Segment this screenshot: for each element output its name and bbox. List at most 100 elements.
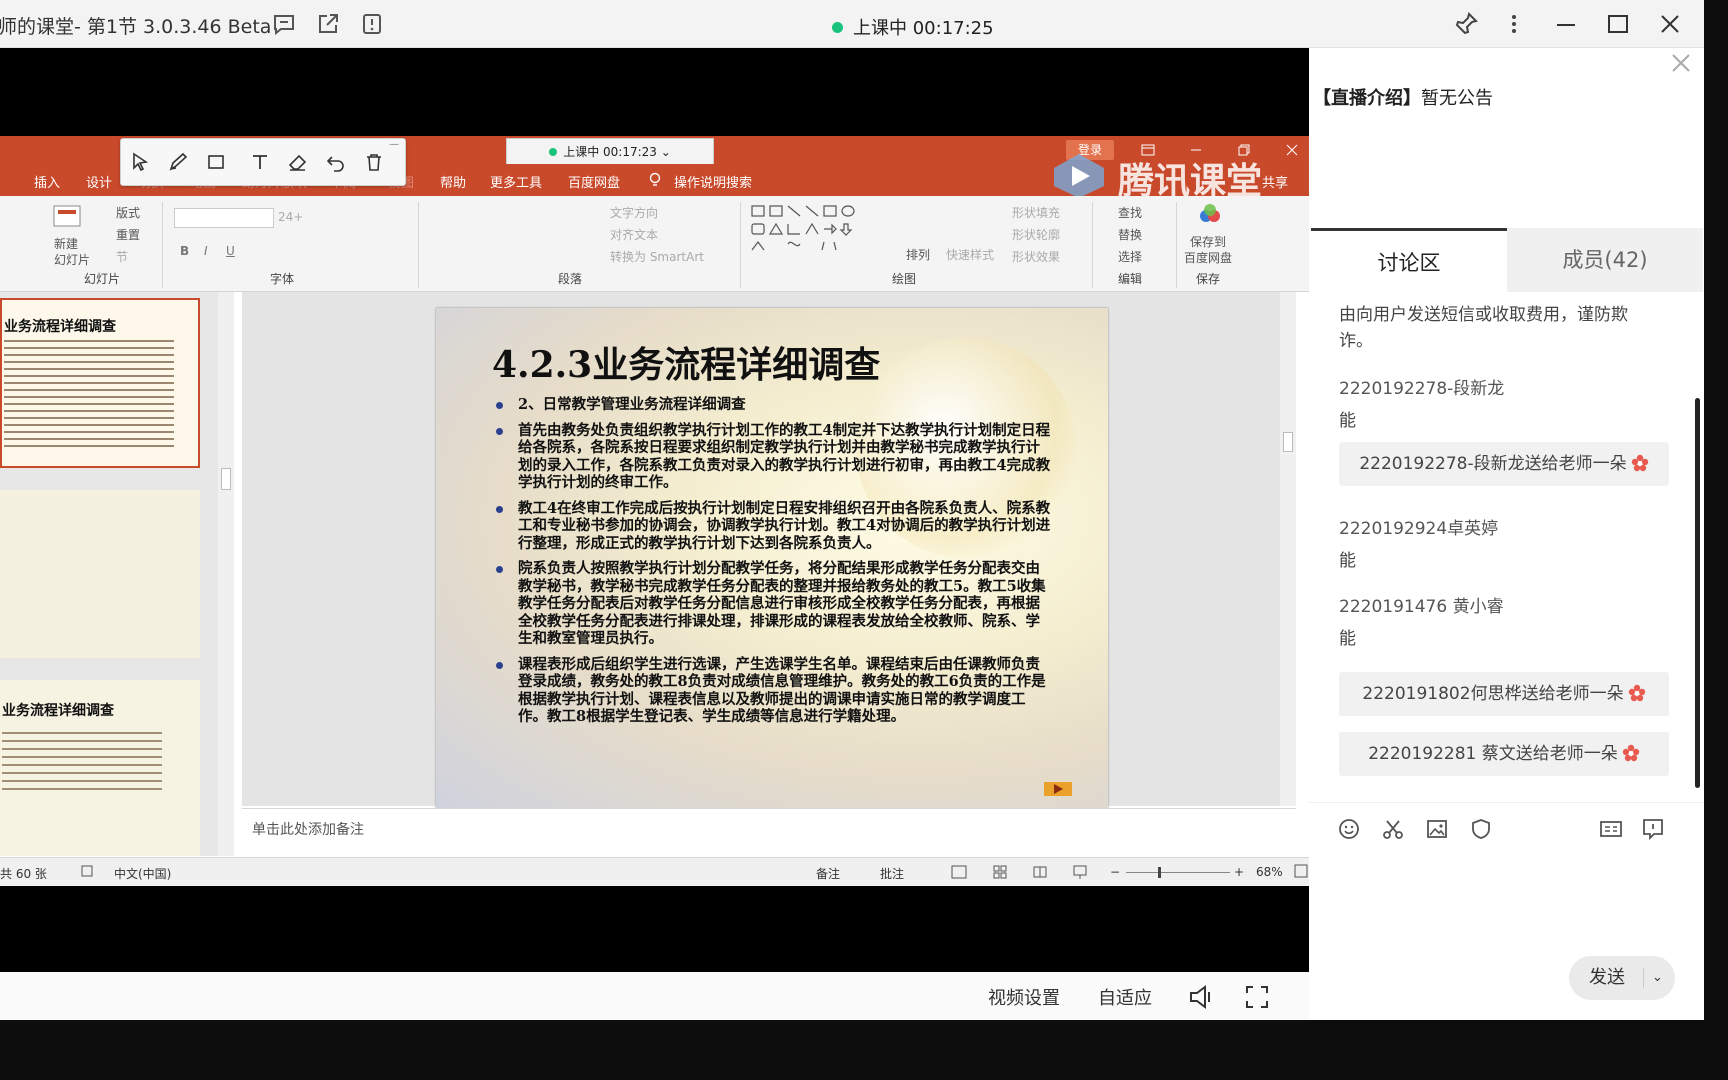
text-direction-button[interactable]: 文字方向: [610, 204, 658, 221]
chat-message: 诈。: [1339, 331, 1373, 351]
align-text-button[interactable]: 对齐文本: [610, 226, 658, 243]
tab-help[interactable]: 帮助: [440, 172, 466, 191]
language[interactable]: 中文(中国): [114, 865, 171, 882]
editor-scrollbar[interactable]: [1280, 292, 1296, 806]
gift-text: 2220192281 蔡文送给老师一朵: [1368, 744, 1618, 764]
report-icon[interactable]: [360, 12, 384, 36]
font-size-box[interactable]: 24+: [278, 210, 303, 224]
sep: [740, 202, 741, 288]
underline-button[interactable]: U: [226, 244, 235, 258]
minimize-icon[interactable]: [1552, 10, 1580, 38]
share-button[interactable]: 共享: [1262, 172, 1288, 191]
pointer-icon[interactable]: [129, 151, 151, 173]
panel-tabs: 讨论区 成员(42): [1309, 228, 1704, 292]
italic-button[interactable]: I: [204, 244, 208, 258]
shield-icon[interactable]: [1469, 817, 1493, 841]
slide-thumbnails: 业务流程详细调查 业务流程详细调查: [0, 292, 234, 856]
volume-icon[interactable]: [1188, 984, 1216, 1010]
chat-list: 由向用户发送短信或收取费用，谨防欺 诈。 2220192278-段新龙 能 22…: [1309, 292, 1704, 802]
question-card-icon[interactable]: [1599, 817, 1623, 841]
notes-toggle[interactable]: 备注: [816, 865, 840, 882]
pin-icon[interactable]: [1452, 10, 1480, 38]
save-to-baidu-button[interactable]: 保存到 百度网盘: [1184, 234, 1232, 266]
more-icon[interactable]: [1500, 10, 1528, 38]
gift-notice: 2220192281 蔡文送给老师一朵: [1339, 732, 1669, 776]
tab-baidu-netdisk[interactable]: 百度网盘: [568, 172, 620, 191]
layout-button[interactable]: 版式: [116, 204, 140, 221]
quick-styles-button[interactable]: 快速样式: [946, 246, 994, 263]
thumbnail-slide[interactable]: 业务流程详细调查: [0, 298, 200, 468]
eraser-icon[interactable]: [287, 151, 309, 173]
chat-bubble-icon[interactable]: [272, 12, 296, 36]
scroll-thumb[interactable]: [1283, 432, 1293, 452]
shared-screen: 上课中 00:17:23 ⌄ 登录 插入 设计 切换 动画 幻灯片放映 审阅 视…: [0, 136, 1309, 886]
accessibility-icon[interactable]: [80, 864, 94, 878]
zoom-handle[interactable]: [1158, 867, 1161, 878]
shape-fill-button[interactable]: 形状填充: [1012, 204, 1060, 221]
shapes-gallery[interactable]: [748, 202, 892, 258]
zoom-level[interactable]: 68%: [1256, 865, 1283, 879]
view-buttons[interactable]: [950, 864, 1126, 880]
section-button[interactable]: 节: [116, 248, 128, 265]
tab-discussion[interactable]: 讨论区: [1311, 228, 1507, 292]
tab-more-tools[interactable]: 更多工具: [490, 172, 542, 191]
zoom-slider[interactable]: [1126, 867, 1230, 878]
fit-slide-icon[interactable]: [1294, 864, 1308, 878]
tell-me-search[interactable]: 操作说明搜索: [674, 172, 752, 191]
clear-icon[interactable]: [363, 151, 385, 173]
zoom-out[interactable]: −: [1110, 865, 1120, 879]
new-slide-button[interactable]: 新建 幻灯片: [54, 236, 90, 268]
close-window-icon[interactable]: [1656, 10, 1684, 38]
ppt-close-icon[interactable]: [1284, 142, 1300, 158]
chat-message: 能: [1339, 629, 1356, 649]
image-icon[interactable]: [1425, 817, 1449, 841]
font-name-box[interactable]: [174, 208, 274, 228]
new-slide-icon[interactable]: [52, 204, 82, 230]
tab-design[interactable]: 设计: [86, 172, 112, 191]
scroll-thumb[interactable]: [221, 468, 231, 490]
select-button[interactable]: 选择: [1118, 248, 1142, 265]
shape-effect-button[interactable]: 形状效果: [1012, 248, 1060, 265]
scissors-icon[interactable]: [1381, 817, 1405, 841]
share-out-icon[interactable]: [316, 12, 340, 36]
replace-button[interactable]: 替换: [1118, 226, 1142, 243]
sep: [418, 202, 419, 288]
send-options-chevron-icon[interactable]: ⌄: [1643, 968, 1671, 988]
emoji-icon[interactable]: [1337, 817, 1361, 841]
mini-live-status[interactable]: 上课中 00:17:23 ⌄: [506, 138, 714, 166]
play-action-button[interactable]: [1044, 782, 1072, 796]
pen-icon[interactable]: [167, 151, 189, 173]
video-settings-button[interactable]: 视频设置: [988, 984, 1060, 1010]
fit-button[interactable]: 自适应: [1098, 984, 1152, 1010]
zoom-in[interactable]: +: [1234, 865, 1244, 879]
toolbar-collapse[interactable]: —: [389, 139, 399, 150]
slide-bullets: 2、日常教学管理业务流程详细调查 首先由教务处负责组织教学执行计划工作的教工4制…: [494, 396, 1054, 734]
close-panel-icon[interactable]: [1668, 50, 1694, 76]
chat-scrollbar[interactable]: [1695, 398, 1700, 788]
reset-button[interactable]: 重置: [116, 226, 140, 243]
maximize-icon[interactable]: [1604, 10, 1632, 38]
arrange-button[interactable]: 排列: [906, 246, 930, 263]
tab-insert[interactable]: 插入: [34, 172, 60, 191]
convert-smartart-button[interactable]: 转换为 SmartArt: [610, 248, 704, 265]
thumbnail-slide[interactable]: 业务流程详细调查: [0, 680, 200, 856]
undo-icon[interactable]: [325, 151, 347, 173]
find-button[interactable]: 查找: [1118, 204, 1142, 221]
feedback-icon[interactable]: [1641, 817, 1665, 841]
bold-button[interactable]: B: [180, 244, 189, 258]
thumbnail-slide[interactable]: [0, 490, 200, 658]
text-tool-icon[interactable]: [249, 151, 271, 173]
gift-text: 2220191802何思桦送给老师一朵: [1362, 684, 1624, 704]
shape-outline-button[interactable]: 形状轮廓: [1012, 226, 1060, 243]
video-stage: 上课中 00:17:23 ⌄ 登录 插入 设计 切换 动画 幻灯片放映 审阅 视…: [0, 48, 1309, 972]
comments-toggle[interactable]: 批注: [880, 865, 904, 882]
notes-pane[interactable]: 单击此处添加备注: [242, 808, 1296, 848]
tab-members[interactable]: 成员(42): [1507, 228, 1703, 292]
send-button[interactable]: 发送 ⌄: [1569, 956, 1675, 1000]
current-slide[interactable]: 4.2.3业务流程详细调查 2、日常教学管理业务流程详细调查 首先由教务处负责组…: [436, 308, 1108, 812]
thumbnail-scrollbar[interactable]: [218, 292, 234, 856]
group-slides: 幻灯片: [84, 272, 121, 286]
rectangle-icon[interactable]: [205, 151, 227, 173]
group-paragraph: 段落: [558, 272, 583, 286]
fullscreen-icon[interactable]: [1244, 984, 1270, 1010]
